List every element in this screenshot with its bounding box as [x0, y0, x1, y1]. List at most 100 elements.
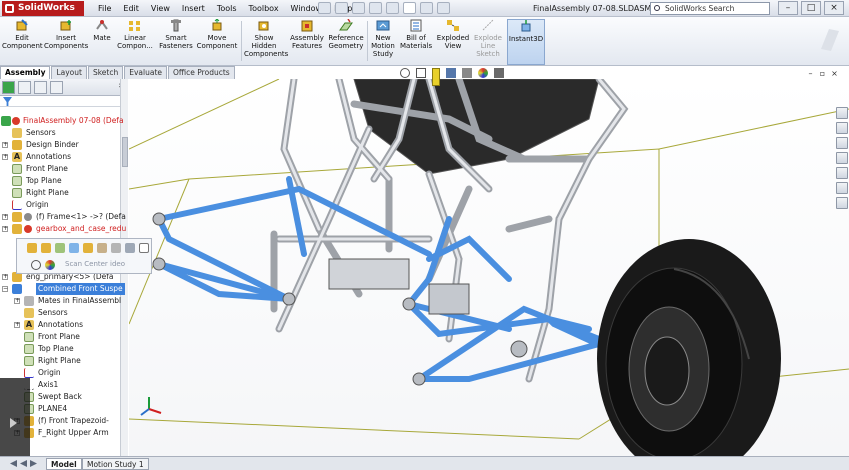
- minimize-button[interactable]: –: [778, 1, 798, 15]
- comment-icon[interactable]: [139, 243, 149, 253]
- tree-root[interactable]: FinalAssembly 07-08 (Defa: [0, 115, 124, 127]
- tree-item-combined-front-suspension[interactable]: − Combined Front Suspe: [0, 283, 125, 295]
- new-file-icon[interactable]: [318, 2, 331, 14]
- smart-fasteners-button[interactable]: Smart Fasteners: [158, 19, 194, 65]
- tab-layout[interactable]: Layout: [51, 66, 87, 79]
- menu-view[interactable]: View: [145, 0, 176, 17]
- viewport-minimize-button[interactable]: –: [806, 70, 815, 79]
- feature-manager-icon[interactable]: [2, 81, 15, 94]
- view-orientation-icon[interactable]: [446, 68, 456, 78]
- transparency-icon[interactable]: [97, 243, 107, 253]
- search-input[interactable]: SolidWorks Search: [650, 2, 770, 15]
- tab-sketch[interactable]: Sketch: [87, 66, 124, 79]
- design-library-icon[interactable]: [836, 122, 848, 134]
- tab-evaluate[interactable]: Evaluate: [124, 66, 168, 79]
- expand-icon[interactable]: +: [14, 298, 20, 304]
- solidworks-logo[interactable]: SolidWorks: [2, 1, 84, 16]
- move-component-button[interactable]: Move Component: [196, 19, 238, 65]
- appearances-icon[interactable]: [836, 182, 848, 194]
- save-icon[interactable]: [352, 2, 365, 14]
- reference-geometry-button[interactable]: Reference Geometry: [328, 19, 364, 65]
- tree-item-label: (f) Frame<1> ->? (Defa: [36, 212, 126, 221]
- explode-line-sketch-button[interactable]: Explode Line Sketch: [472, 19, 504, 65]
- expand-icon[interactable]: +: [2, 274, 8, 280]
- hide-component-icon[interactable]: [83, 243, 93, 253]
- rebuild-icon[interactable]: [55, 243, 65, 253]
- file-explorer-icon[interactable]: [836, 137, 848, 149]
- linear-component-pattern-button[interactable]: Linear Compon...: [116, 19, 154, 65]
- tree-item-label: Annotations: [38, 320, 84, 329]
- assembly-features-button[interactable]: Assembly Features: [288, 19, 326, 65]
- error-icon: [12, 117, 20, 125]
- mate-button[interactable]: Mate: [90, 19, 114, 65]
- viewport-close-button[interactable]: ×: [830, 70, 839, 79]
- zoom-to-fit-icon[interactable]: [400, 68, 410, 78]
- properties-icon[interactable]: [125, 243, 135, 253]
- expand-icon[interactable]: +: [2, 142, 8, 148]
- undo-icon[interactable]: [386, 2, 399, 14]
- instant3d-button[interactable]: Instant3D: [507, 19, 545, 65]
- origin-icon: [24, 368, 34, 378]
- new-motion-study-button[interactable]: New Motion Study: [370, 19, 396, 65]
- view-palette-icon[interactable]: [836, 167, 848, 179]
- edit-component-button[interactable]: Edit Component: [2, 19, 43, 65]
- mate-icon[interactable]: [111, 243, 121, 253]
- tree-item-label: Design Binder: [26, 140, 79, 149]
- menu-edit[interactable]: Edit: [117, 0, 145, 17]
- scene-icon[interactable]: [494, 68, 504, 78]
- tree-item-label: Combined Front Suspe: [36, 283, 125, 295]
- isolate-icon[interactable]: [69, 243, 79, 253]
- rebuild-icon[interactable]: [420, 2, 433, 14]
- menu-tools[interactable]: Tools: [211, 0, 243, 17]
- insert-components-button[interactable]: Insert Components: [44, 19, 88, 65]
- custom-properties-icon[interactable]: [836, 197, 848, 209]
- menu-insert[interactable]: Insert: [176, 0, 211, 17]
- expand-icon[interactable]: +: [2, 154, 8, 160]
- zoom-area-icon[interactable]: [416, 68, 426, 78]
- options-icon[interactable]: [437, 2, 450, 14]
- first-tab-arrow-icon[interactable]: [10, 460, 17, 467]
- configuration-manager-icon[interactable]: [34, 81, 47, 94]
- maximize-button[interactable]: □: [801, 1, 821, 15]
- annotations-icon: A: [24, 320, 34, 330]
- play-icon[interactable]: [10, 418, 17, 428]
- front-tire: [597, 239, 781, 456]
- tab-office-products[interactable]: Office Products: [168, 66, 235, 79]
- property-manager-icon[interactable]: [18, 81, 31, 94]
- viewport-restore-button[interactable]: ▫: [818, 70, 827, 79]
- open-part-icon[interactable]: [41, 243, 51, 253]
- appearance-icon[interactable]: [478, 68, 488, 78]
- display-style-icon[interactable]: [462, 68, 472, 78]
- edit-part-icon[interactable]: [27, 243, 37, 253]
- prev-tab-arrow-icon[interactable]: [20, 460, 27, 467]
- section-view-icon[interactable]: [432, 68, 440, 86]
- open-file-icon[interactable]: [335, 2, 348, 14]
- tree-filter[interactable]: [0, 96, 127, 107]
- bill-of-materials-button[interactable]: Bill of Materials: [400, 19, 432, 65]
- video-overlay[interactable]: [0, 378, 30, 456]
- print-icon[interactable]: [369, 2, 382, 14]
- expand-icon[interactable]: +: [2, 226, 8, 232]
- zoom-to-selection-icon[interactable]: [31, 260, 41, 270]
- dimxpert-manager-icon[interactable]: [50, 81, 63, 94]
- exploded-view-button[interactable]: Exploded View: [436, 19, 470, 65]
- tab-motion-study-1[interactable]: Motion Study 1: [82, 458, 149, 470]
- tab-assembly[interactable]: Assembly: [0, 66, 51, 79]
- ds-watermark-icon: [817, 25, 843, 53]
- expand-icon[interactable]: +: [14, 322, 20, 328]
- show-hidden-components-button[interactable]: Show Hidden Components: [244, 19, 288, 65]
- appearance-icon[interactable]: [45, 260, 55, 270]
- collapse-icon[interactable]: −: [2, 286, 8, 292]
- next-tab-arrow-icon[interactable]: [30, 460, 37, 467]
- origin-icon: [12, 200, 22, 210]
- graphics-viewport[interactable]: [129, 79, 849, 456]
- menu-toolbox[interactable]: Toolbox: [243, 0, 285, 17]
- tab-model[interactable]: Model: [46, 458, 82, 470]
- menu-file[interactable]: File: [92, 0, 117, 17]
- search-results-icon[interactable]: [836, 152, 848, 164]
- close-button[interactable]: ×: [824, 1, 844, 15]
- expand-icon[interactable]: +: [2, 214, 8, 220]
- resources-icon[interactable]: [836, 107, 848, 119]
- select-pointer-icon[interactable]: [403, 2, 416, 14]
- scrollbar-thumb[interactable]: [122, 137, 128, 167]
